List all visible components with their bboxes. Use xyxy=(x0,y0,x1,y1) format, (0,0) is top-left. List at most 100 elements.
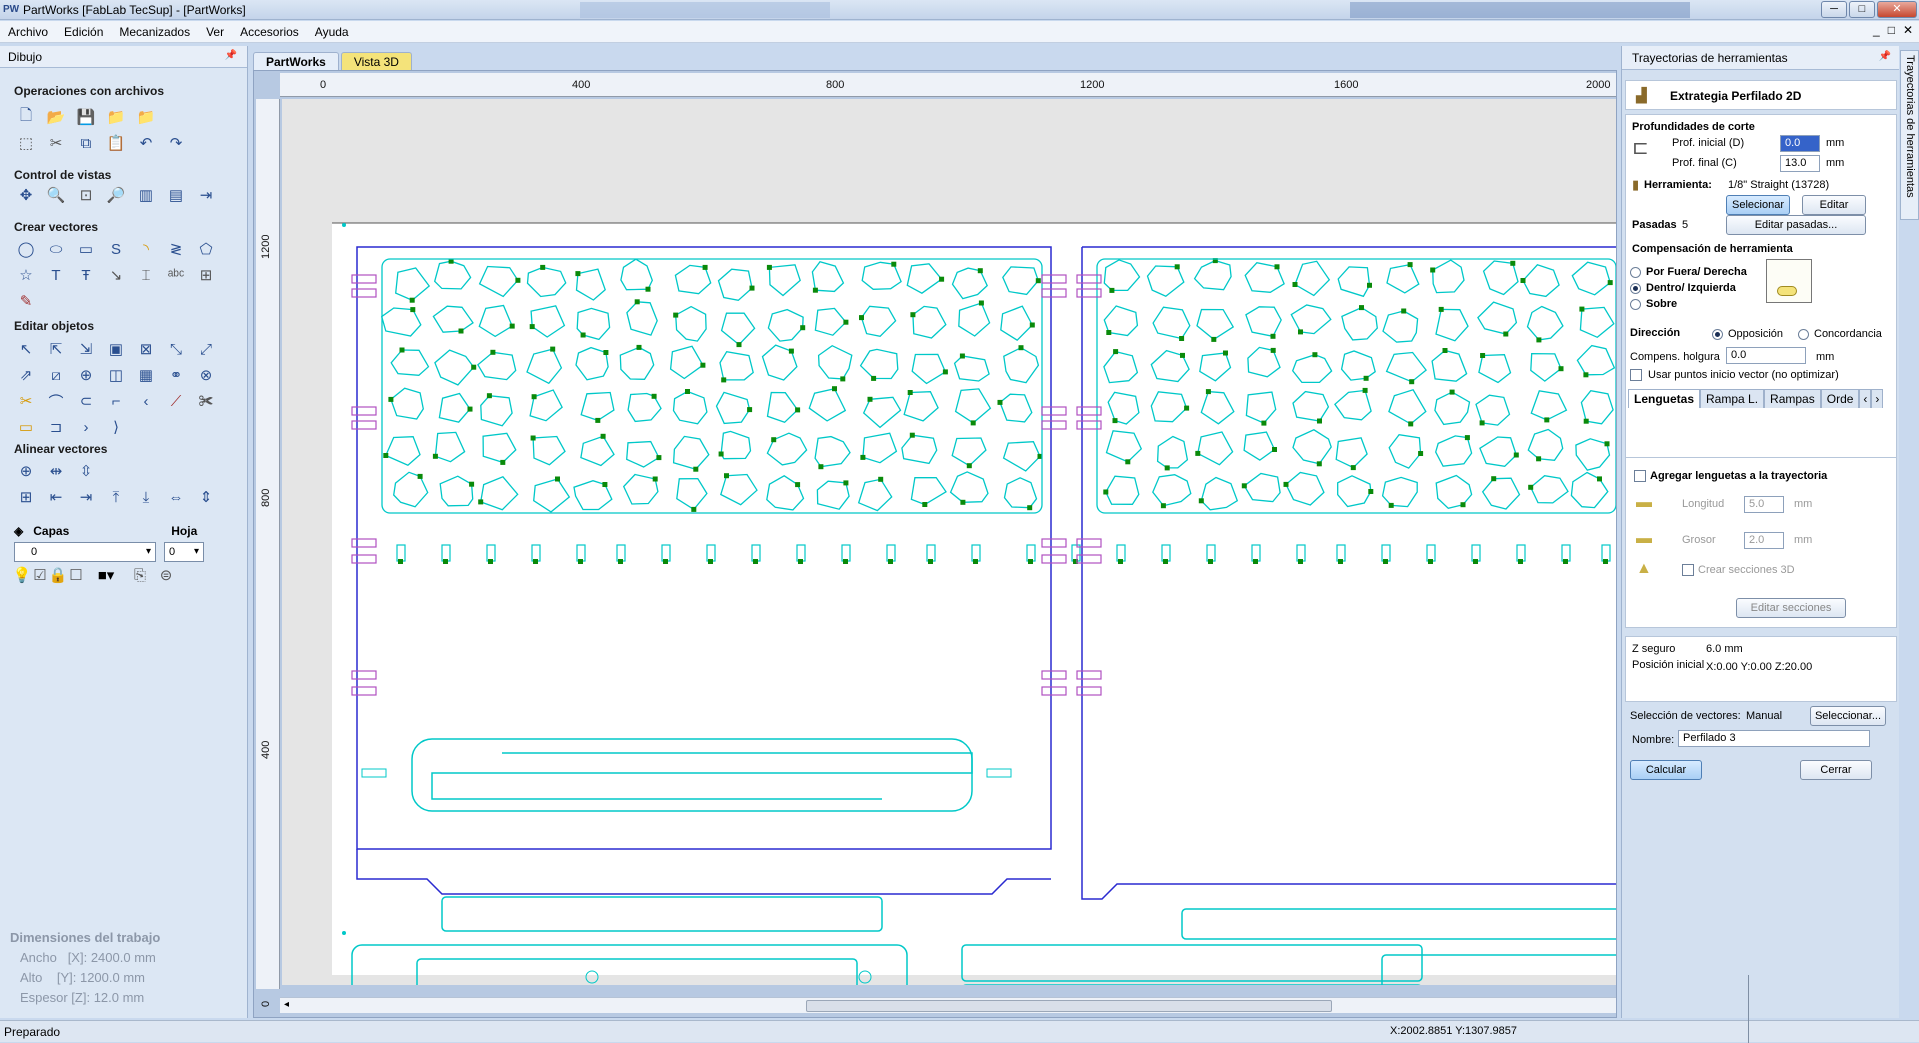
bulb-icon[interactable]: 💡 xyxy=(13,564,32,586)
lock-icon[interactable]: 🔒 xyxy=(49,564,68,586)
distribute-h-icon[interactable]: ⇔ xyxy=(164,486,188,508)
length-input[interactable]: 5.0 xyxy=(1744,496,1784,513)
horizontal-scrollbar[interactable]: ◂ xyxy=(280,997,1616,1013)
radio-on[interactable] xyxy=(1630,299,1641,310)
pan-icon[interactable]: ✥ xyxy=(14,184,38,206)
new-file-icon[interactable]: 🗋 xyxy=(14,106,38,128)
align-bottom-icon[interactable]: ⤓ xyxy=(134,486,158,508)
minimize-button[interactable]: ─ xyxy=(1821,1,1847,18)
arc-tool-icon[interactable]: ◝ xyxy=(134,238,158,260)
trim-icon[interactable]: ✂ xyxy=(14,390,38,412)
layer-props-icon[interactable]: ⎘ xyxy=(128,564,152,586)
measure-icon[interactable]: ⤡ xyxy=(164,338,188,360)
close-vector-icon[interactable]: ▭ xyxy=(14,416,38,438)
add-tabs-checkbox[interactable] xyxy=(1634,470,1646,482)
bracket-icon[interactable]: › xyxy=(74,416,98,438)
offset-icon[interactable]: ⊂ xyxy=(74,390,98,412)
ellipse-tool-icon[interactable]: ⬭ xyxy=(44,238,68,260)
star-tool-icon[interactable]: ☆ xyxy=(14,264,38,286)
align-h-center-icon[interactable]: ⇹ xyxy=(44,460,68,482)
trace-bitmap-icon[interactable]: ✎ xyxy=(14,290,38,312)
text-tool-icon[interactable]: T xyxy=(44,264,68,286)
sections3d-checkbox[interactable] xyxy=(1682,564,1694,576)
tab-rampa-l[interactable]: Rampa L. xyxy=(1700,389,1765,408)
radio-conventional[interactable] xyxy=(1712,329,1723,340)
maximize-button[interactable]: □ xyxy=(1849,1,1875,18)
vertical-toolpaths-tab[interactable]: Trayectorias de herramientas xyxy=(1900,50,1919,220)
scissors-icon[interactable]: ✀ xyxy=(194,390,218,412)
arrow-icon[interactable]: ⟩ xyxy=(104,416,128,438)
visible-check-icon[interactable]: ☑ xyxy=(32,564,48,586)
radio-outside[interactable] xyxy=(1630,267,1641,278)
menu-ayuda[interactable]: Ayuda xyxy=(307,25,357,39)
align-center-both-icon[interactable]: ⊞ xyxy=(14,486,38,508)
scale-icon[interactable]: ⤢ xyxy=(194,338,218,360)
select-tool-button[interactable]: Selecionar xyxy=(1726,195,1790,215)
menu-accesorios[interactable]: Accesorios xyxy=(232,25,307,39)
extend-icon[interactable]: ⊐ xyxy=(44,416,68,438)
paste-icon[interactable]: 📋 xyxy=(104,132,128,154)
rectangle-tool-icon[interactable]: ▭ xyxy=(74,238,98,260)
scroll-thumb[interactable] xyxy=(806,1000,1332,1012)
menu-edicion[interactable]: Edición xyxy=(56,25,111,39)
tab-rampas[interactable]: Rampas xyxy=(1764,389,1821,408)
drawing-canvas[interactable]: 0 400 800 1200 1600 2000 1200 800 400 0 xyxy=(253,70,1617,1018)
calculate-button[interactable]: Calcular xyxy=(1630,760,1702,780)
view-layout-icon[interactable]: ▥ xyxy=(134,184,158,206)
layer-manage-icon[interactable]: ⊜ xyxy=(154,564,178,586)
distribute-v-icon[interactable]: ⇕ xyxy=(194,486,218,508)
close-button[interactable]: ✕ xyxy=(1877,1,1917,18)
zoom-fit-icon[interactable]: ⊡ xyxy=(74,184,98,206)
thickness-input[interactable]: 2.0 xyxy=(1744,532,1784,549)
menu-archivo[interactable]: Archivo xyxy=(0,25,56,39)
chevron-icon[interactable]: ‹ xyxy=(134,390,158,412)
tab-vista-3d[interactable]: Vista 3D xyxy=(340,52,412,71)
select-tool-icon[interactable]: ↖ xyxy=(14,338,38,360)
mdi-close-button[interactable]: ✕ xyxy=(1903,23,1913,37)
align-top-icon[interactable]: ⤒ xyxy=(104,486,128,508)
redo-icon[interactable]: ↷ xyxy=(164,132,188,154)
start-depth-input[interactable]: 0.0 xyxy=(1780,135,1820,152)
abc-curve-icon[interactable]: ᵃᵇᶜ xyxy=(164,264,188,286)
text-fit-icon[interactable]: ⌶ xyxy=(134,264,158,286)
save-icon[interactable]: 💾 xyxy=(74,106,98,128)
zoom-icon[interactable]: 🔍 xyxy=(44,184,68,206)
fillet-icon[interactable]: ⌐ xyxy=(104,390,128,412)
align-center-page-icon[interactable]: ⊕ xyxy=(14,460,38,482)
weld-icon[interactable]: ⚭ xyxy=(164,364,188,386)
text-box-tool-icon[interactable]: Ŧ xyxy=(74,264,98,286)
view-split-icon[interactable]: ▤ xyxy=(164,184,188,206)
grid-icon[interactable]: ▦ xyxy=(134,364,158,386)
pin-icon[interactable]: 📌 xyxy=(1879,51,1891,62)
layer-box-icon[interactable]: ☐ xyxy=(68,564,84,586)
circle-tool-icon[interactable]: ◯ xyxy=(14,238,38,260)
align-left-icon[interactable]: ⇤ xyxy=(44,486,68,508)
size-icon[interactable]: ⧄ xyxy=(44,364,68,386)
edit-sections-button[interactable]: Editar secciones xyxy=(1736,598,1846,618)
layer-color-icon[interactable]: ■▾ xyxy=(86,564,126,586)
import-icon[interactable]: 📁 xyxy=(104,106,128,128)
menu-ver[interactable]: Ver xyxy=(198,25,232,39)
allowance-input[interactable]: 0.0 xyxy=(1726,347,1806,364)
polyline-tool-icon[interactable]: ≷ xyxy=(164,238,188,260)
ungroup-icon[interactable]: ⊠ xyxy=(134,338,158,360)
curve-tool-icon[interactable]: S xyxy=(104,238,128,260)
close-panel-button[interactable]: Cerrar xyxy=(1800,760,1872,780)
zoom-box-icon[interactable]: 🔎 xyxy=(104,184,128,206)
array-icon[interactable]: ⊞ xyxy=(194,264,218,286)
sheet-select[interactable]: 0 xyxy=(164,542,204,562)
tab-lenguetas[interactable]: Lenguetas xyxy=(1628,389,1701,408)
text-on-curve-icon[interactable]: ↘ xyxy=(104,264,128,286)
select-vectors-button[interactable]: Seleccionar... xyxy=(1810,706,1886,726)
move-icon[interactable]: ⇗ xyxy=(14,364,38,386)
open-file-icon[interactable]: 📂 xyxy=(44,106,68,128)
node-edit-icon[interactable]: ⇱ xyxy=(44,338,68,360)
radio-climb[interactable] xyxy=(1798,329,1809,340)
vector-start-checkbox[interactable] xyxy=(1630,369,1642,381)
tab-scroll-right-icon[interactable]: › xyxy=(1871,389,1884,408)
transform-icon[interactable]: ⇲ xyxy=(74,338,98,360)
mdi-minimize-button[interactable]: _ xyxy=(1873,23,1880,37)
mdi-restore-button[interactable]: □ xyxy=(1888,23,1895,37)
align-right-icon[interactable]: ⇥ xyxy=(74,486,98,508)
copy-icon[interactable]: ⧉ xyxy=(74,132,98,154)
